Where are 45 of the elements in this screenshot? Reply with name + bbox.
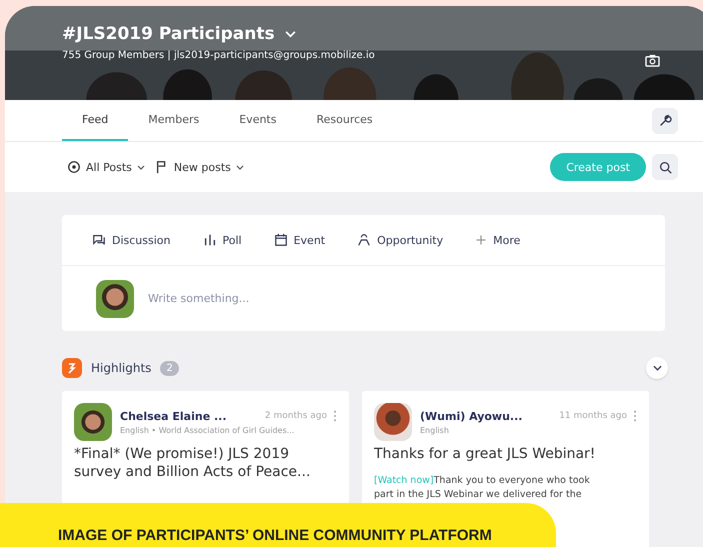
user-avatar <box>96 280 134 318</box>
highlight-icon <box>62 358 82 378</box>
wrench-icon <box>658 114 672 128</box>
calendar-icon <box>274 233 288 247</box>
author-avatar <box>74 403 112 441</box>
chat-icon <box>92 233 106 247</box>
author-meta: English • World Association of Girl Guides... <box>120 426 294 434</box>
group-subtitle: 755 Group Members | jls2019-participants@groups.mobilize.io <box>62 50 375 61</box>
author-name[interactable]: Chelsea Elaine ... <box>120 410 259 422</box>
tab[interactable]: Events <box>219 100 296 141</box>
search-icon <box>658 160 672 174</box>
post-text: part in the JLS Webinar we delivered for the <box>374 489 583 500</box>
post-title[interactable]: Thanks for a great JLS Webinar! <box>374 445 637 464</box>
group-title: #JLS2019 Participants <box>62 24 275 44</box>
tab[interactable]: Resources <box>296 100 393 141</box>
count-badge: 2 <box>160 360 179 376</box>
plus-icon <box>475 234 488 246</box>
post-title[interactable]: *Final* (We promise!) JLS 2019 survey and Billion Acts of Peace... <box>74 445 337 482</box>
highlights-label: Highlights <box>91 361 152 375</box>
author-name[interactable]: (Wumi) Ayowu... <box>420 410 554 422</box>
tab[interactable]: Members <box>128 100 220 141</box>
post-text: [Watch now]Thank you to everyone who took <box>374 475 591 486</box>
search-button[interactable] <box>652 154 678 180</box>
post-type-button[interactable]: More <box>475 234 520 246</box>
post-type-button[interactable]: Event <box>274 233 326 247</box>
caret-icon <box>136 164 145 170</box>
bar-chart-icon <box>202 233 216 247</box>
post-type-button[interactable]: Opportunity <box>357 233 444 247</box>
author-meta: English <box>420 426 449 434</box>
target-icon <box>67 160 81 174</box>
chevron-icon[interactable] <box>284 30 296 38</box>
caption-banner: IMAGE OF PARTICIPANTS’ ONLINE COMMUNITY PLATFORM <box>0 503 556 547</box>
collapse-button[interactable] <box>646 357 668 379</box>
input-field[interactable]: Write something... <box>146 291 631 306</box>
post-type-button[interactable]: Discussion <box>92 233 170 247</box>
filter-dropdown[interactable]: New posts <box>154 160 244 174</box>
author-avatar <box>374 403 412 441</box>
caret-icon <box>236 164 244 170</box>
camera-icon[interactable] <box>645 54 660 67</box>
post-type-button[interactable]: Poll <box>202 233 242 247</box>
post-time: 2 months ago <box>264 411 327 421</box>
chevron-icon <box>652 365 662 371</box>
post-time: 11 months ago <box>559 411 627 421</box>
filter-dropdown[interactable]: All Posts <box>67 160 145 174</box>
settings-button[interactable] <box>652 108 678 134</box>
